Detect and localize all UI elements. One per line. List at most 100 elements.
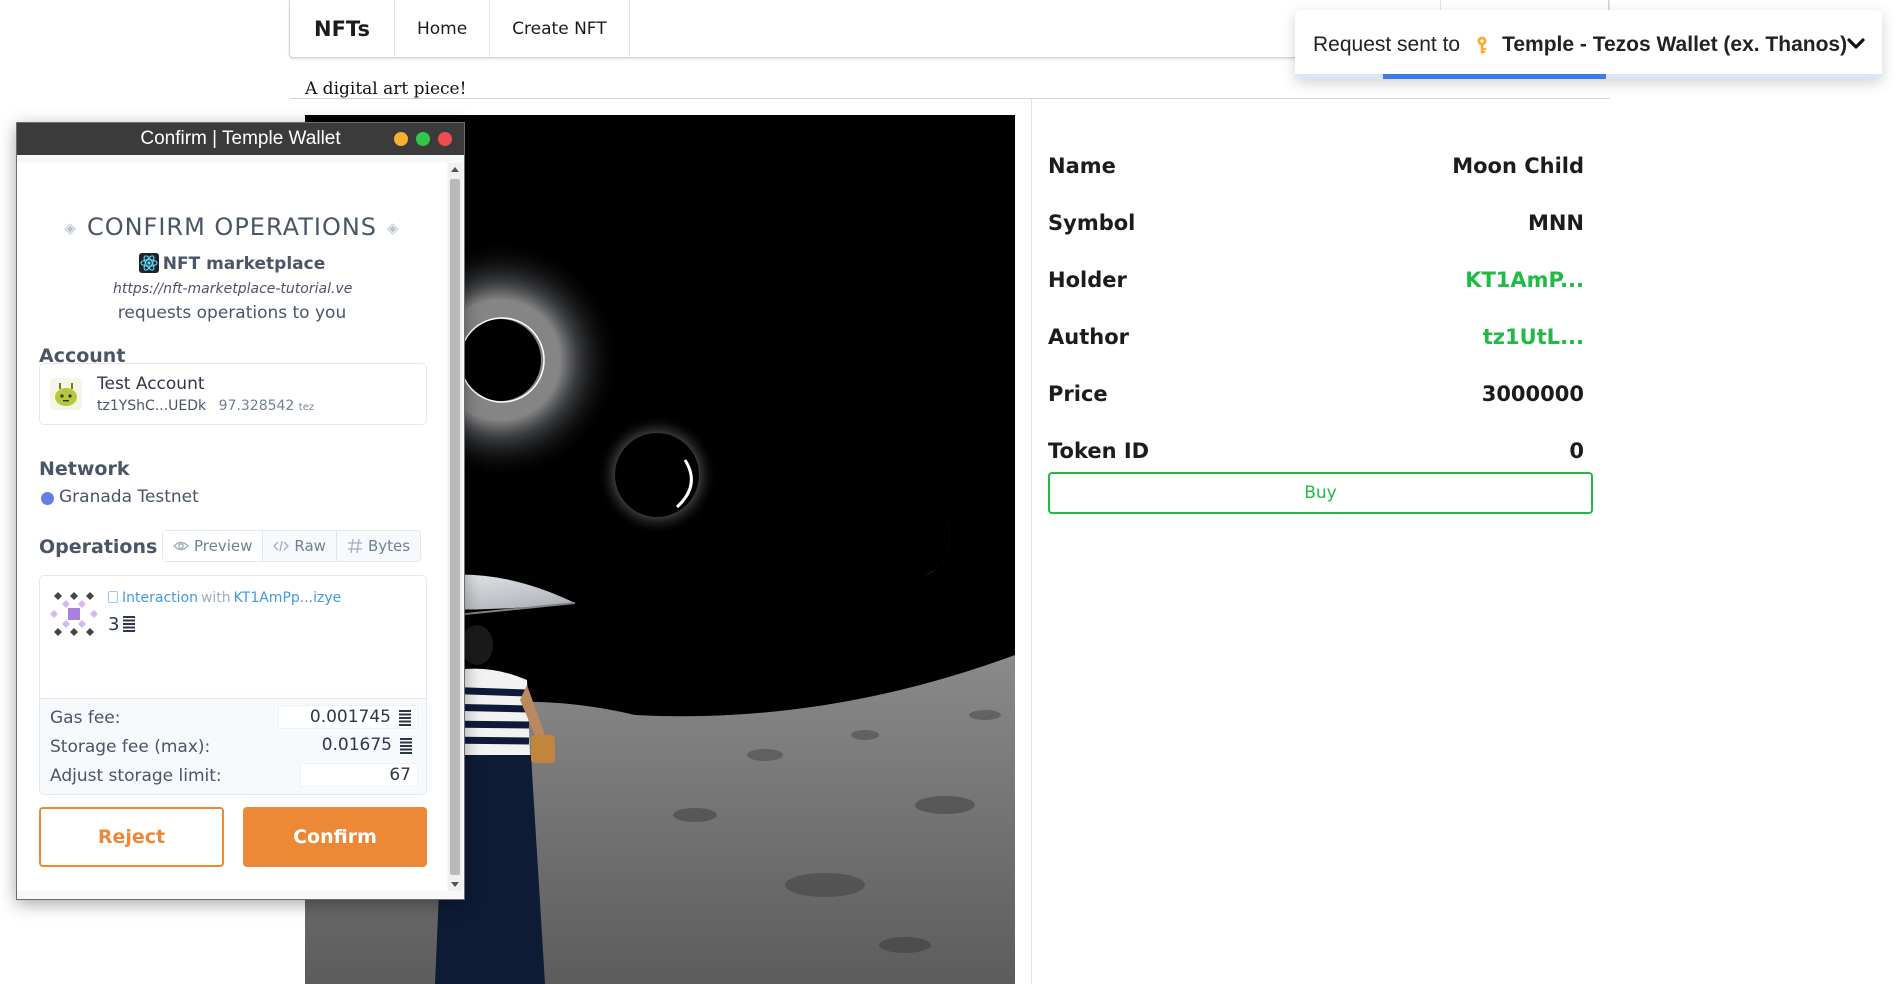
gas-fee-label: Gas fee: (50, 708, 121, 728)
tez-icon (400, 738, 412, 754)
confirm-button[interactable]: Confirm (243, 807, 427, 867)
toast-wallet-name: Temple - Tezos Wallet (ex. Thanos) (1502, 32, 1848, 56)
nft-details: Name Moon Child Symbol MNN Holder KT1AmP… (1048, 137, 1584, 479)
holder-address-link[interactable]: KT1AmP... (1465, 268, 1584, 292)
storage-limit-label: Adjust storage limit: (50, 766, 222, 786)
operation-with: with (200, 590, 231, 606)
request-toast: Request sent to Temple - Tezos Wallet (e… (1295, 10, 1882, 79)
storage-limit-input[interactable]: 67 (300, 763, 418, 787)
detail-value: 0 (1569, 438, 1584, 463)
tab-bytes[interactable]: Bytes (337, 531, 420, 561)
diamond-icon: ◈ (64, 219, 77, 237)
detail-key: Holder (1048, 267, 1127, 292)
nav-item-home[interactable]: Home (395, 0, 491, 57)
buy-button[interactable]: Buy (1048, 472, 1593, 514)
nav-item-create-nft[interactable]: Create NFT (490, 0, 630, 57)
avatar (50, 378, 82, 410)
tab-label: Raw (294, 537, 326, 555)
key-icon (1477, 36, 1487, 53)
operation-amount: 3 (108, 614, 120, 635)
confirm-panel: ◈ CONFIRM OPERATIONS ◈ NFT marketplace htt… (17, 163, 447, 891)
operation-preview-card: Interaction with KT1AmPp...izye 3 Gas fee:… (39, 575, 427, 795)
divider (290, 98, 1610, 99)
storage-fee-value: 0.01675 (321, 735, 392, 755)
storage-fee-display: 0.01675 (278, 734, 418, 758)
eye-icon (173, 541, 189, 551)
operations-heading: Operations (39, 536, 158, 558)
author-address-link[interactable]: tz1UtL... (1483, 325, 1584, 349)
detail-key: Name (1048, 153, 1116, 178)
account-address-line: tz1YShC...UEDk 97.328542 tez (97, 398, 314, 414)
screen: NFTs Home Create NFT A digital art piece… (0, 0, 1899, 984)
detail-value: Moon Child (1452, 153, 1584, 178)
scroll-up-arrow[interactable] (451, 167, 459, 172)
storage-fee-label: Storage fee (max): (50, 737, 211, 757)
gas-fee-row: Gas fee: 0.001745 (50, 705, 418, 731)
detail-key: Token ID (1048, 438, 1150, 463)
confirm-heading: ◈ CONFIRM OPERATIONS ◈ (17, 213, 447, 241)
network-heading: Network (39, 458, 130, 480)
detail-row-price: Price 3000000 (1048, 365, 1584, 422)
toast-progress-bar (1383, 74, 1607, 79)
detail-row-token-id: Token ID 0 (1048, 422, 1584, 479)
scrollbar-thumb[interactable] (450, 179, 460, 875)
scrollbar[interactable] (448, 163, 462, 891)
reject-button[interactable]: Reject (39, 807, 224, 867)
detail-row-symbol: Symbol MNN (1048, 194, 1584, 251)
account-address: tz1YShC...UEDk (97, 398, 207, 414)
account-card[interactable]: Test Account tz1YShC...UEDk 97.328542 te… (39, 363, 427, 425)
wallet-body: ◈ CONFIRM OPERATIONS ◈ NFT marketplace htt… (17, 155, 464, 899)
toast-prefix: Request sent to (1313, 32, 1461, 56)
operation-description: Interaction with KT1AmPp...izye (108, 590, 341, 606)
nav-brand[interactable]: NFTs (290, 0, 395, 57)
detail-key: Symbol (1048, 210, 1136, 235)
requests-text: requests operations to you (117, 303, 347, 323)
detail-row-holder: Holder KT1AmP... (1048, 251, 1584, 308)
temple-wallet-window: Confirm | Temple Wallet ◈ CONFIRM OPERATI… (16, 122, 465, 900)
balance-unit: tez (298, 402, 315, 413)
chevron-down-icon[interactable] (1846, 34, 1866, 54)
hash-icon (347, 538, 362, 554)
tez-icon (123, 616, 136, 632)
tez-icon (399, 710, 411, 726)
detail-value: MNN (1527, 210, 1584, 235)
confirm-heading-text: CONFIRM OPERATIONS (86, 213, 378, 241)
maximize-button[interactable] (416, 132, 430, 146)
fees-panel: Gas fee: 0.001745 Storage fee (max): 0.0… (40, 698, 426, 794)
operation-amount-line: 3 (108, 614, 136, 635)
tab-preview[interactable]: Preview (163, 531, 264, 561)
document-icon (108, 591, 118, 603)
gas-fee-input[interactable]: 0.001745 (278, 705, 418, 729)
nft-description: A digital art piece! (305, 79, 467, 99)
window-controls (394, 132, 452, 146)
storage-fee-row: Storage fee (max): 0.01675 (50, 734, 418, 760)
operation-type: Interaction (122, 590, 198, 606)
account-name: Test Account (97, 374, 205, 394)
account-balance: 97.328542 (218, 398, 295, 414)
detail-key: Author (1048, 324, 1129, 349)
close-button[interactable] (438, 132, 452, 146)
storage-limit-row: Adjust storage limit: 67 (50, 763, 418, 789)
tab-raw[interactable]: Raw (263, 531, 337, 561)
operations-view-tabs: Preview Raw Bytes (162, 530, 422, 562)
storage-limit-value: 67 (389, 765, 411, 785)
detail-key: Price (1048, 381, 1108, 406)
dapp-name-text: NFT marketplace (162, 254, 326, 274)
scroll-down-arrow[interactable] (451, 882, 459, 887)
tab-label: Bytes (367, 537, 411, 555)
detail-value: 3000000 (1481, 381, 1584, 406)
dapp-url: https://nft-marketplace-tutorial.ve (113, 281, 353, 297)
network-name: Granada Testnet (59, 487, 199, 507)
window-titlebar[interactable]: Confirm | Temple Wallet (17, 123, 464, 155)
detail-row-author: Author tz1UtL... (1048, 308, 1584, 365)
network-status-dot (41, 492, 54, 505)
contract-identicon (50, 590, 98, 638)
diamond-icon: ◈ (387, 219, 400, 237)
column-divider (1031, 99, 1032, 984)
gas-fee-value: 0.001745 (309, 707, 391, 727)
contract-address-link[interactable]: KT1AmPp...izye (234, 590, 342, 606)
window-title: Confirm | Temple Wallet (140, 128, 341, 149)
minimize-button[interactable] (394, 132, 408, 146)
tab-label: Preview (194, 537, 253, 555)
toast-progress-track (1295, 74, 1882, 79)
